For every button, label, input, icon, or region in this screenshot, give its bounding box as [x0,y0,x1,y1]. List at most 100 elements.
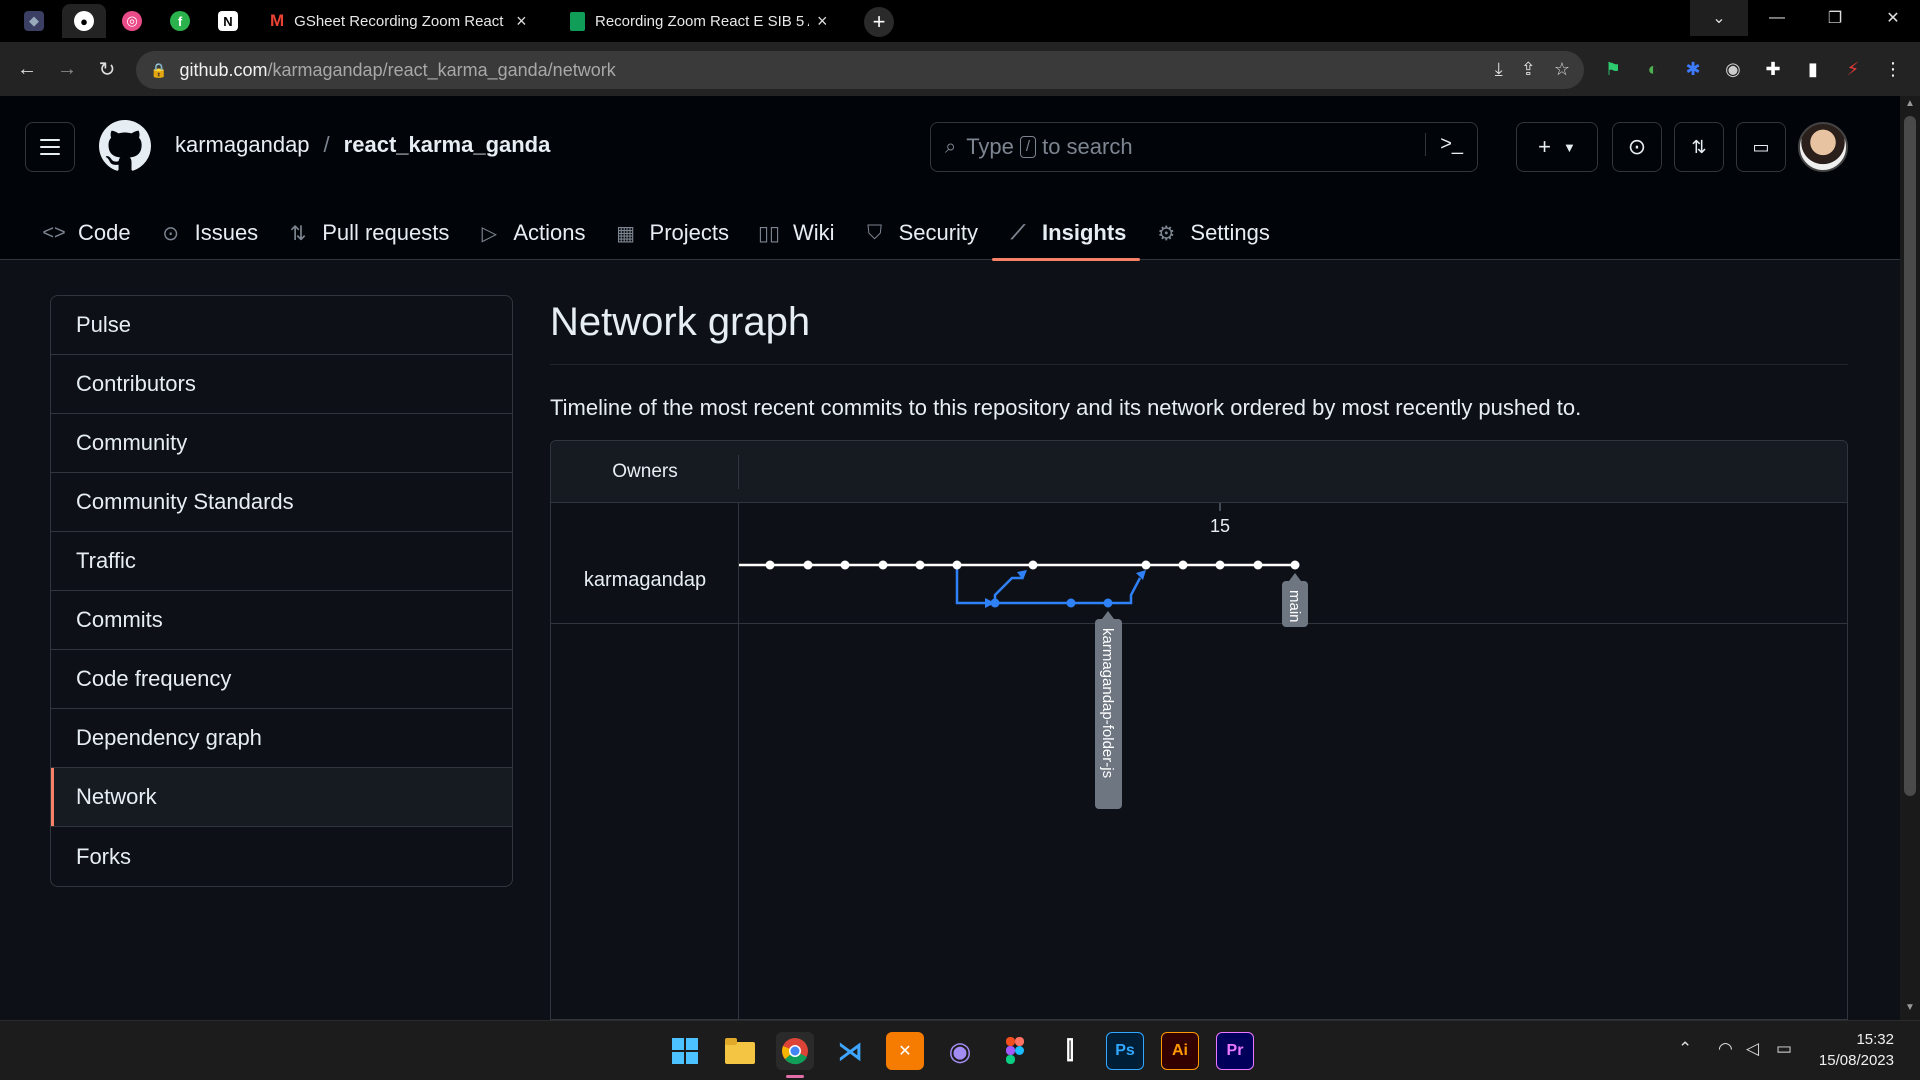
premiere-icon[interactable]: Pr [1216,1032,1254,1070]
close-icon[interactable]: × [516,11,527,32]
browser-tab[interactable]: M GSheet Recording Zoom React K × [258,4,554,38]
pinned-tab-dribbble[interactable]: ◎ [110,4,154,38]
tab-search-button[interactable]: ⌄ [1690,0,1748,36]
sidebar-item-pulse[interactable]: Pulse [51,296,512,355]
tab-label: Settings [1190,220,1270,245]
close-icon[interactable]: × [817,11,828,32]
breadcrumb-separator: / [323,132,330,157]
scrollbar-thumb[interactable] [1904,116,1916,796]
extension-icon[interactable]: ◉ [1720,56,1746,82]
sidebar-item-traffic[interactable]: Traffic [51,532,512,591]
share-icon[interactable]: ⇪ [1521,59,1536,80]
url-domain: github.com [179,59,268,80]
commit-dot[interactable] [1141,560,1151,570]
github-logo-icon[interactable] [99,120,151,172]
illustrator-icon[interactable]: Ai [1161,1032,1199,1070]
pinned-tab-profile[interactable]: ◆ [12,4,56,38]
restore-button[interactable]: ❐ [1806,0,1864,36]
new-tab-button[interactable]: + [864,7,894,37]
commit-dot[interactable] [803,560,813,570]
branch-label-pointer [1102,611,1114,619]
wifi-icon[interactable]: ◠ [1718,1039,1733,1059]
close-window-button[interactable]: ✕ [1864,0,1920,36]
commit-dot[interactable] [1028,560,1038,570]
sidebar-item-community-standards[interactable]: Community Standards [51,473,512,532]
commit-dot[interactable] [878,560,888,570]
commit-dot[interactable] [1066,598,1076,608]
commit-dot[interactable] [1290,560,1300,570]
sidebar-item-contributors[interactable]: Contributors [51,355,512,414]
install-icon[interactable]: ⤓ [1495,59,1503,80]
tab-actions[interactable]: ▷ Actions [463,206,599,260]
chevron-up-icon[interactable]: ⌃ [1678,1039,1692,1059]
battery-icon[interactable]: ▭ [1776,1039,1792,1059]
file-explorer-icon[interactable] [721,1032,759,1070]
system-clock[interactable]: 15:32 15/08/2023 [1819,1029,1894,1071]
photoshop-icon[interactable]: Ps [1106,1032,1144,1070]
back-button[interactable]: ← [12,54,42,84]
create-new-button[interactable]: + ▼ [1516,122,1598,172]
side-panel-icon[interactable]: ▮ [1800,56,1826,82]
extension-icon[interactable]: ✱ [1680,56,1706,82]
commit-dot[interactable] [952,560,962,570]
inbox-button[interactable]: ▭ [1736,122,1786,172]
repo-owner-link[interactable]: karmagandap [175,132,310,158]
commit-dot[interactable] [1215,560,1225,570]
commit-dot[interactable] [915,560,925,570]
tab-insights[interactable]: ⟋ Insights [992,206,1141,261]
profile-icon[interactable]: ⚡ [1840,56,1866,82]
tab-issues[interactable]: ⊙ Issues [145,206,273,260]
tab-security[interactable]: ⛉ Security [849,206,992,260]
url-field[interactable]: 🔒 github.com/karmagandap/react_karma_gan… [136,51,1584,89]
tab-wiki[interactable]: ▯▯ Wiki [743,206,849,260]
scroll-up-icon[interactable]: ▲ [1904,98,1916,112]
figma-icon[interactable] [996,1032,1034,1070]
repo-name-link[interactable]: react_karma_ganda [344,132,551,158]
sidebar-item-network[interactable]: Network [51,768,512,827]
sidebar-item-dependency-graph[interactable]: Dependency graph [51,709,512,768]
avatar[interactable] [1798,122,1848,172]
sidebar-item-code-frequency[interactable]: Code frequency [51,650,512,709]
sidebar-item-forks[interactable]: Forks [51,827,512,886]
command-palette-icon[interactable]: >_ [1425,133,1463,156]
scrollbar[interactable]: ▲ ▼ [1900,96,1920,1020]
sidebar-item-community[interactable]: Community [51,414,512,473]
commit-dot[interactable] [1253,560,1263,570]
browser-tab[interactable]: Recording Zoom React E SIB 5 Al × [558,4,854,38]
framer-icon[interactable]: ⫿ [1051,1032,1089,1070]
xampp-icon[interactable]: ✕ [886,1032,924,1070]
commit-dot[interactable] [1178,560,1188,570]
tab-settings[interactable]: ⚙ Settings [1140,206,1284,260]
search-input[interactable]: ⌕ Type / to search >_ [930,122,1478,172]
minimize-button[interactable]: — [1748,0,1806,36]
tab-pull-requests[interactable]: ⇅ Pull requests [272,206,463,260]
github-desktop-icon[interactable]: ◉ [941,1032,979,1070]
commit-dot[interactable] [840,560,850,570]
commit-dot[interactable] [765,560,775,570]
vscode-icon[interactable]: ⋊ [831,1032,869,1070]
star-icon[interactable]: ☆ [1554,59,1570,80]
scroll-down-icon[interactable]: ▼ [1904,1002,1916,1016]
volume-icon[interactable]: ◁ [1746,1039,1759,1059]
menu-icon[interactable]: ⋮ [1880,56,1906,82]
reload-button[interactable]: ↻ [92,54,122,84]
pull-requests-button[interactable]: ⇅ [1674,122,1724,172]
tab-code[interactable]: <> Code [28,206,145,260]
chrome-icon[interactable] [776,1032,814,1070]
pinned-tab-feedly[interactable]: f [158,4,202,38]
forward-button[interactable]: → [52,54,82,84]
commit-dot[interactable] [990,598,1000,608]
puzzle-icon[interactable]: ✚ [1760,56,1786,82]
commit-dot[interactable] [1103,598,1113,608]
hamburger-menu-button[interactable] [25,122,75,172]
issues-button[interactable]: ⊙ [1612,122,1662,172]
clock-time: 15:32 [1856,1031,1894,1048]
pinned-tab-github[interactable]: ● [62,4,106,38]
extension-icon[interactable]: ◐ [1640,56,1666,82]
extension-icon[interactable]: ⚑ [1600,56,1626,82]
pinned-tab-notion[interactable]: N [206,4,250,38]
network-graph[interactable]: Owners karmagandap 15 main karmagandap-f… [550,440,1848,1020]
sidebar-item-commits[interactable]: Commits [51,591,512,650]
tab-projects[interactable]: ▦ Projects [600,206,743,260]
windows-start-icon[interactable] [666,1032,704,1070]
